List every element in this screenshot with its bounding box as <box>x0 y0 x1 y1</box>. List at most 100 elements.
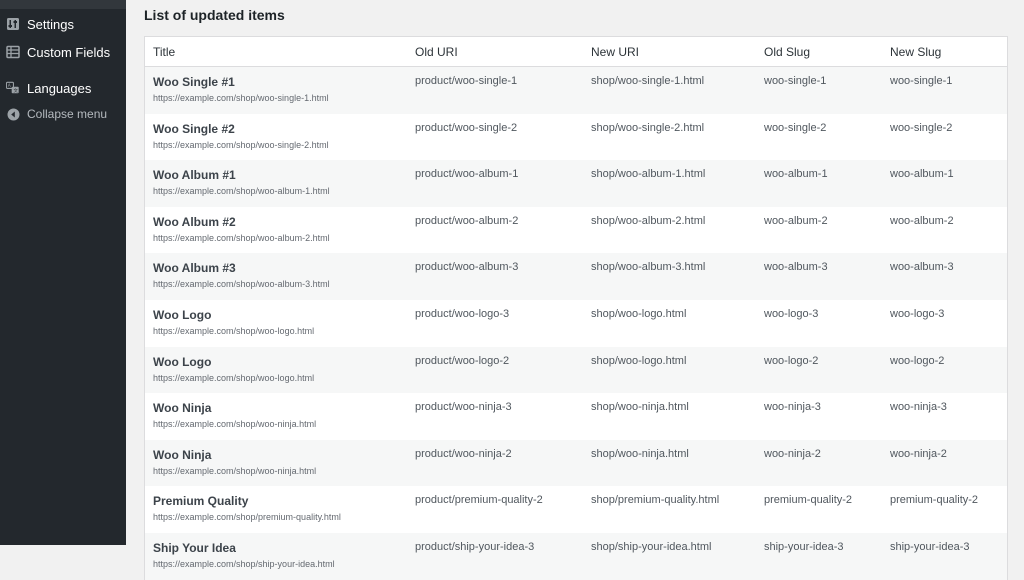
new-slug-cell: woo-single-2 <box>890 121 953 134</box>
table-row: Ship Your Idea https://example.com/shop/s… <box>145 532 1007 580</box>
title-cell: Ship Your Idea https://example.com/shop/s… <box>153 541 335 569</box>
table-row: Woo Ninja https://example.com/shop/woo-ni… <box>145 393 1007 440</box>
settings-icon <box>6 17 20 31</box>
old-slug-cell: woo-ninja-3 <box>764 401 821 414</box>
title-cell: Woo Album #3 https://example.com/shop/woo… <box>153 261 330 289</box>
new-uri-cell: shop/premium-quality.html <box>591 494 720 507</box>
new-uri-cell: shop/woo-single-1.html <box>591 75 705 87</box>
new-slug-cell: premium-quality-2 <box>890 494 979 507</box>
old-slug-cell: woo-album-3 <box>764 261 828 274</box>
new-uri-cell: shop/woo-logo.html <box>591 354 687 367</box>
svg-text:A: A <box>8 83 11 89</box>
item-title-link[interactable]: Woo Album #1 <box>153 168 330 182</box>
item-title-link[interactable]: Ship Your Idea <box>153 541 335 555</box>
new-slug-cell: woo-ninja-2 <box>890 447 947 460</box>
title-cell: Woo Logo https://example.com/shop/woo-log… <box>153 355 314 383</box>
item-title-link[interactable]: Woo Single #2 <box>153 122 329 136</box>
item-url-link[interactable]: https://example.com/shop/premium-quality… <box>153 512 341 522</box>
old-uri-cell: product/woo-album-3 <box>415 261 519 274</box>
old-slug-cell: woo-album-1 <box>764 168 828 181</box>
new-uri-cell: shop/ship-your-idea.html <box>591 540 712 553</box>
title-cell: Woo Ninja https://example.com/shop/woo-ni… <box>153 448 316 476</box>
sidebar-item-custom-fields[interactable]: Custom Fields <box>0 40 126 64</box>
new-slug-cell: woo-logo-2 <box>890 354 945 367</box>
old-slug-cell: woo-album-2 <box>764 214 828 227</box>
item-url-link[interactable]: https://example.com/shop/woo-ninja.html <box>153 466 316 476</box>
old-slug-cell: premium-quality-2 <box>764 494 853 507</box>
table-row: Woo Logo https://example.com/shop/woo-log… <box>145 300 1007 347</box>
item-title-link[interactable]: Woo Logo <box>153 308 314 322</box>
old-uri-cell: product/woo-single-1 <box>415 75 518 87</box>
title-cell: Woo Album #2 https://example.com/shop/woo… <box>153 215 330 243</box>
new-slug-cell: woo-album-2 <box>890 214 954 227</box>
sidebar-item-label: Settings <box>27 16 74 32</box>
item-title-link[interactable]: Woo Single #1 <box>153 75 329 89</box>
table-row: Woo Single #2 https://example.com/shop/wo… <box>145 114 1007 161</box>
old-slug-cell: woo-single-2 <box>764 121 827 134</box>
old-uri-cell: product/ship-your-idea-3 <box>415 540 535 553</box>
new-uri-cell: shop/woo-album-3.html <box>591 261 706 274</box>
column-header-old-uri[interactable]: Old URI <box>415 45 458 59</box>
item-title-link[interactable]: Woo Ninja <box>153 448 316 462</box>
old-slug-cell: woo-ninja-2 <box>764 447 821 460</box>
old-uri-cell: product/woo-single-2 <box>415 121 518 134</box>
item-url-link[interactable]: https://example.com/shop/woo-album-1.htm… <box>153 186 330 196</box>
collapse-menu-button[interactable]: Collapse menu <box>0 102 126 126</box>
column-header-new-slug[interactable]: New Slug <box>890 45 941 59</box>
table-body: Woo Single #1 https://example.com/shop/wo… <box>145 67 1007 580</box>
sidebar-item-label: Custom Fields <box>27 44 111 60</box>
old-uri-cell: product/woo-ninja-2 <box>415 447 512 460</box>
column-header-title[interactable]: Title <box>153 45 175 59</box>
title-cell: Woo Single #1 https://example.com/shop/wo… <box>153 75 329 103</box>
item-title-link[interactable]: Premium Quality <box>153 494 341 508</box>
old-slug-cell: woo-logo-2 <box>764 354 819 367</box>
item-title-link[interactable]: Woo Logo <box>153 355 314 369</box>
column-header-new-uri[interactable]: New URI <box>591 45 639 59</box>
new-slug-cell: woo-album-1 <box>890 168 954 181</box>
item-url-link[interactable]: https://example.com/shop/woo-logo.html <box>153 373 314 383</box>
table-row: Premium Quality https://example.com/shop/… <box>145 486 1007 533</box>
sidebar-item-settings[interactable]: Settings <box>0 12 126 36</box>
title-cell: Woo Logo https://example.com/shop/woo-log… <box>153 308 314 336</box>
item-url-link[interactable]: https://example.com/shop/woo-album-3.htm… <box>153 279 330 289</box>
item-title-link[interactable]: Woo Album #3 <box>153 261 330 275</box>
title-cell: Woo Single #2 https://example.com/shop/wo… <box>153 122 329 150</box>
item-title-link[interactable]: Woo Ninja <box>153 401 316 415</box>
item-url-link[interactable]: https://example.com/shop/woo-single-1.ht… <box>153 93 329 103</box>
collapse-menu-label: Collapse menu <box>27 107 108 121</box>
new-uri-cell: shop/woo-ninja.html <box>591 401 689 414</box>
new-uri-cell: shop/woo-album-2.html <box>591 214 706 227</box>
languages-icon: A 文 <box>6 81 20 95</box>
table-row: Woo Album #2 https://example.com/shop/woo… <box>145 207 1007 254</box>
main-content: List of updated items Title Old URI New … <box>126 0 1024 580</box>
new-slug-cell: woo-logo-3 <box>890 307 945 320</box>
item-url-link[interactable]: https://example.com/shop/woo-ninja.html <box>153 419 316 429</box>
page-title: List of updated items <box>144 7 285 23</box>
item-url-link[interactable]: https://example.com/shop/woo-single-2.ht… <box>153 140 329 150</box>
old-slug-cell: woo-logo-3 <box>764 307 819 320</box>
new-uri-cell: shop/woo-album-1.html <box>591 168 706 181</box>
table-row: Woo Album #1 https://example.com/shop/woo… <box>145 160 1007 207</box>
table-row: Woo Single #1 https://example.com/shop/wo… <box>145 67 1007 114</box>
title-cell: Premium Quality https://example.com/shop/… <box>153 494 341 522</box>
new-uri-cell: shop/woo-logo.html <box>591 307 687 320</box>
updated-items-table: Title Old URI New URI Old Slug New Slug … <box>144 36 1008 580</box>
item-url-link[interactable]: https://example.com/shop/woo-album-2.htm… <box>153 233 330 243</box>
old-slug-cell: ship-your-idea-3 <box>764 540 844 553</box>
column-header-old-slug[interactable]: Old Slug <box>764 45 810 59</box>
new-slug-cell: woo-album-3 <box>890 261 954 274</box>
title-cell: Woo Ninja https://example.com/shop/woo-ni… <box>153 401 316 429</box>
admin-sidebar: Settings Custom Fields A 文 Languages Col… <box>0 0 126 545</box>
new-uri-cell: shop/woo-single-2.html <box>591 121 705 134</box>
table-row: Woo Album #3 https://example.com/shop/woo… <box>145 253 1007 300</box>
old-uri-cell: product/woo-album-1 <box>415 168 519 181</box>
item-url-link[interactable]: https://example.com/shop/ship-your-idea.… <box>153 559 335 569</box>
old-uri-cell: product/premium-quality-2 <box>415 494 543 507</box>
old-uri-cell: product/woo-logo-3 <box>415 307 510 320</box>
sidebar-item-languages[interactable]: A 文 Languages <box>0 76 126 100</box>
item-title-link[interactable]: Woo Album #2 <box>153 215 330 229</box>
item-url-link[interactable]: https://example.com/shop/woo-logo.html <box>153 326 314 336</box>
new-slug-cell: woo-single-1 <box>890 75 953 87</box>
table-row: Woo Logo https://example.com/shop/woo-log… <box>145 346 1007 394</box>
old-uri-cell: product/woo-logo-2 <box>415 354 510 367</box>
